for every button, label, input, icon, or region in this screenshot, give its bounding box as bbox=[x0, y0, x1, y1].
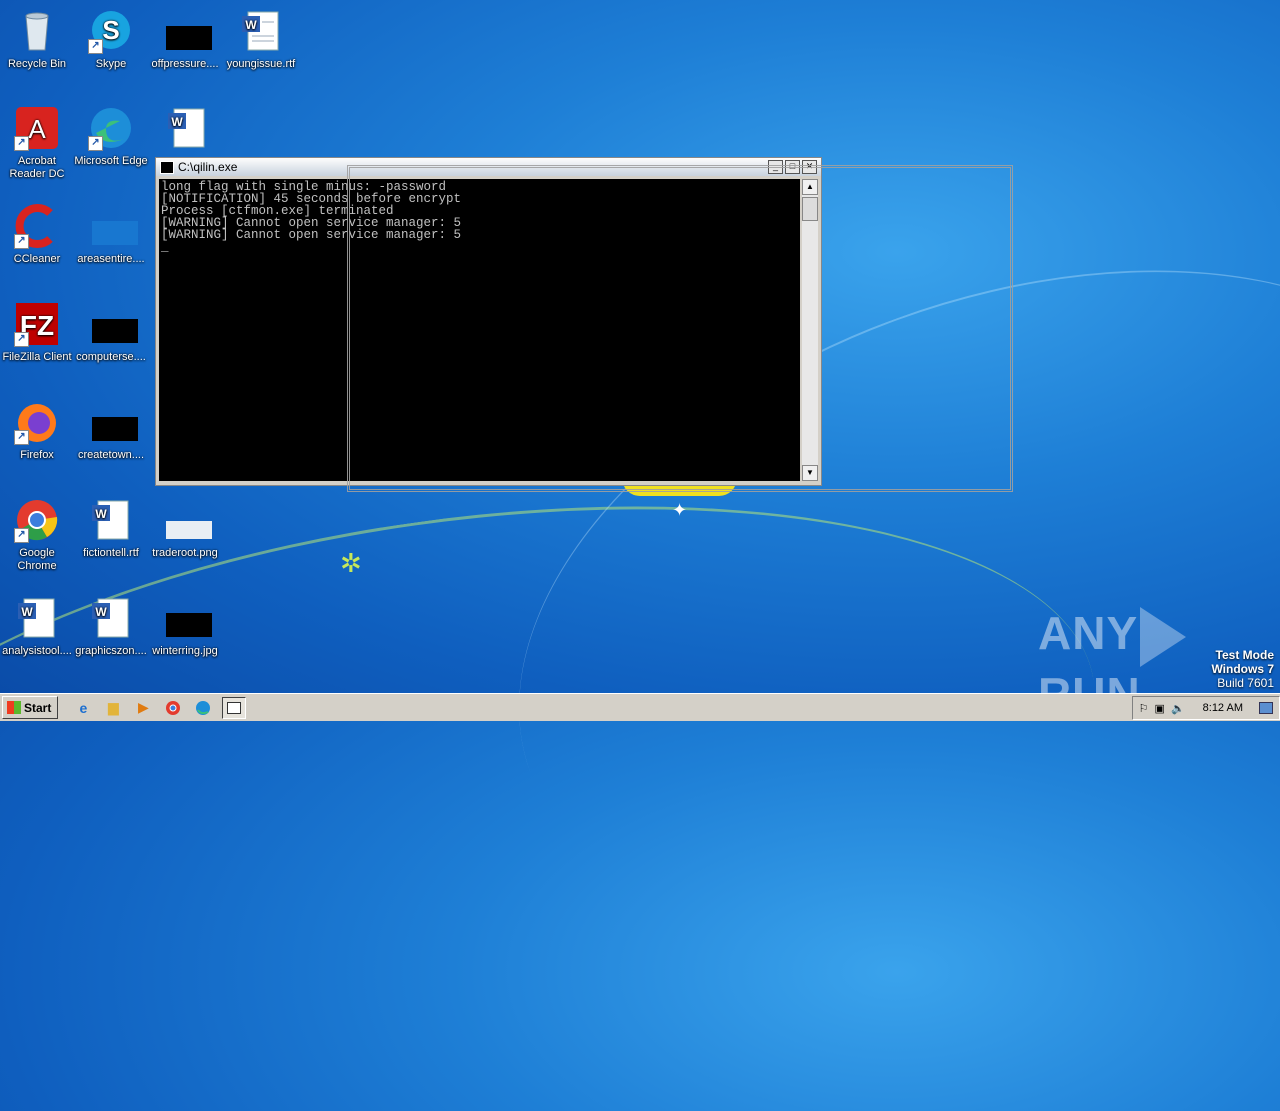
word-document-icon: W bbox=[238, 8, 284, 54]
desktop-icon-edge[interactable]: ↗ Microsoft Edge bbox=[74, 105, 148, 168]
svg-text:W: W bbox=[245, 18, 257, 32]
desktop-icon-offpressure[interactable]: offpressure.... bbox=[148, 8, 222, 71]
taskbar-media-player-icon[interactable]: ▶ bbox=[132, 698, 154, 718]
desktop-icon-label: traderoot.png bbox=[152, 547, 218, 559]
system-tray: ⚐ ▣ 🔈 8:12 AM bbox=[1131, 696, 1280, 720]
desktop-icon-label: Skype bbox=[95, 58, 127, 70]
acrobat-icon: A ↗ bbox=[14, 105, 60, 151]
shortcut-arrow-icon: ↗ bbox=[14, 430, 29, 445]
edge-icon: ↗ bbox=[88, 105, 134, 151]
start-button[interactable]: Start bbox=[2, 696, 59, 719]
desktop-icon-label: offpressure.... bbox=[151, 58, 219, 70]
desktop-icon-label: areasentire.... bbox=[77, 253, 145, 265]
recycle-bin-icon bbox=[14, 8, 60, 54]
chrome-icon: ↗ bbox=[14, 497, 60, 543]
desktop-icon-firefox[interactable]: ↗ Firefox bbox=[0, 399, 74, 462]
desktop-icon-label: fictiontell.rtf bbox=[83, 547, 139, 559]
desktop-icon-filezilla[interactable]: FZ ↗ FileZilla Client bbox=[0, 301, 74, 364]
taskbar-console-button[interactable] bbox=[222, 696, 247, 719]
os-info-mode: Test Mode bbox=[1215, 648, 1274, 662]
console-title: C:\qilin.exe bbox=[178, 160, 238, 174]
image-file-icon bbox=[162, 595, 212, 641]
show-desktop-icon[interactable] bbox=[1259, 702, 1273, 714]
desktop-icon-label: youngissue.rtf bbox=[226, 58, 296, 70]
desktop-icon-label: createtown.... bbox=[77, 449, 145, 461]
desktop-icon-word-doc[interactable]: W bbox=[150, 105, 224, 155]
shortcut-arrow-icon: ↗ bbox=[14, 528, 29, 543]
os-info-version: Windows 7 bbox=[1211, 662, 1274, 676]
taskbar: Start e ▆ ▶ ⚐ ▣ 🔈 8:12 AM bbox=[0, 693, 1280, 721]
svg-text:S: S bbox=[102, 15, 119, 45]
taskbar-explorer-icon[interactable]: ▆ bbox=[102, 698, 124, 718]
shortcut-arrow-icon: ↗ bbox=[14, 136, 29, 151]
desktop-icon-label: Recycle Bin bbox=[7, 58, 67, 70]
desktop-icon-computerse[interactable]: computerse.... bbox=[74, 301, 148, 364]
svg-text:W: W bbox=[171, 115, 183, 129]
word-document-icon: W bbox=[14, 595, 60, 641]
windows-logo-icon bbox=[7, 701, 21, 714]
desktop-icon-label: computerse.... bbox=[76, 351, 146, 363]
firefox-icon: ↗ bbox=[14, 399, 60, 445]
skype-icon: S ↗ bbox=[88, 8, 134, 54]
image-file-icon bbox=[88, 203, 138, 249]
start-label: Start bbox=[24, 700, 52, 715]
window-drag-outline bbox=[347, 165, 1013, 492]
volume-icon[interactable]: 🔈 bbox=[1171, 702, 1185, 715]
svg-text:A: A bbox=[28, 114, 46, 144]
os-info: Test Mode Windows 7 Build 7601 bbox=[1211, 648, 1274, 690]
desktop-icon-recycle-bin[interactable]: Recycle Bin bbox=[0, 8, 74, 71]
console-app-icon bbox=[160, 160, 174, 174]
image-file-icon bbox=[88, 399, 138, 445]
play-icon bbox=[1140, 606, 1187, 667]
image-file-icon bbox=[162, 497, 212, 543]
desktop-icon-label: Acrobat Reader DC bbox=[9, 155, 65, 180]
clock[interactable]: 8:12 AM bbox=[1203, 702, 1243, 714]
desktop-icon-acrobat[interactable]: A ↗ Acrobat Reader DC bbox=[0, 105, 74, 181]
desktop-icon-youngissue[interactable]: W youngissue.rtf bbox=[224, 8, 298, 71]
image-file-icon bbox=[162, 8, 212, 54]
shortcut-arrow-icon: ↗ bbox=[88, 39, 103, 54]
desktop-icon-label: analysistool.... bbox=[2, 645, 72, 657]
svg-text:W: W bbox=[21, 605, 33, 619]
taskbar-ie-icon[interactable]: e bbox=[72, 698, 94, 718]
desktop-icon-areasentire[interactable]: areasentire.... bbox=[74, 203, 148, 266]
word-document-icon: W bbox=[164, 105, 210, 151]
desktop-icon-label: Firefox bbox=[20, 449, 54, 461]
desktop-icon-label: winterring.jpg bbox=[152, 645, 218, 657]
desktop-icon-winterring[interactable]: winterring.jpg bbox=[148, 595, 222, 658]
svg-text:W: W bbox=[95, 507, 107, 521]
shortcut-arrow-icon: ↗ bbox=[14, 234, 29, 249]
taskbar-chrome-icon[interactable] bbox=[162, 698, 184, 718]
desktop-icon-ccleaner[interactable]: ↗ CCleaner bbox=[0, 203, 74, 266]
filezilla-icon: FZ ↗ bbox=[14, 301, 60, 347]
desktop-icon-chrome[interactable]: ↗ Google Chrome bbox=[0, 497, 74, 573]
shortcut-arrow-icon: ↗ bbox=[88, 136, 103, 151]
desktop-icon-label: CCleaner bbox=[13, 253, 61, 265]
network-icon[interactable]: ▣ bbox=[1155, 702, 1165, 715]
desktop-icon-fictiontell[interactable]: W fictiontell.rtf bbox=[74, 497, 148, 560]
desktop-icon-graphicszon[interactable]: W graphicszon.... bbox=[74, 595, 148, 658]
os-info-build: Build 7601 bbox=[1217, 676, 1274, 690]
wallpaper-sparkle: ✦ bbox=[672, 500, 688, 520]
action-center-flag-icon[interactable]: ⚐ bbox=[1139, 702, 1149, 715]
desktop-icon-label: FileZilla Client bbox=[2, 351, 72, 363]
desktop-icon-traderoot[interactable]: traderoot.png bbox=[148, 497, 222, 560]
desktop-icon-label: Google Chrome bbox=[17, 547, 57, 572]
svg-text:W: W bbox=[95, 605, 107, 619]
ccleaner-icon: ↗ bbox=[14, 203, 60, 249]
word-document-icon: W bbox=[88, 595, 134, 641]
desktop-icon-skype[interactable]: S ↗ Skype bbox=[74, 8, 148, 71]
word-document-icon: W bbox=[88, 497, 134, 543]
desktop-icon-label: graphicszon.... bbox=[75, 645, 147, 657]
image-file-icon bbox=[88, 301, 138, 347]
shortcut-arrow-icon: ↗ bbox=[14, 332, 29, 347]
desktop-icon-label: Microsoft Edge bbox=[74, 155, 148, 167]
taskbar-edge-icon[interactable] bbox=[192, 698, 214, 718]
desktop-icon-analysistool[interactable]: W analysistool.... bbox=[0, 595, 74, 658]
wallpaper-leaf: ✲ bbox=[340, 548, 362, 578]
desktop-icon-createtown[interactable]: createtown.... bbox=[74, 399, 148, 462]
watermark-text-left: ANY bbox=[1038, 607, 1139, 659]
